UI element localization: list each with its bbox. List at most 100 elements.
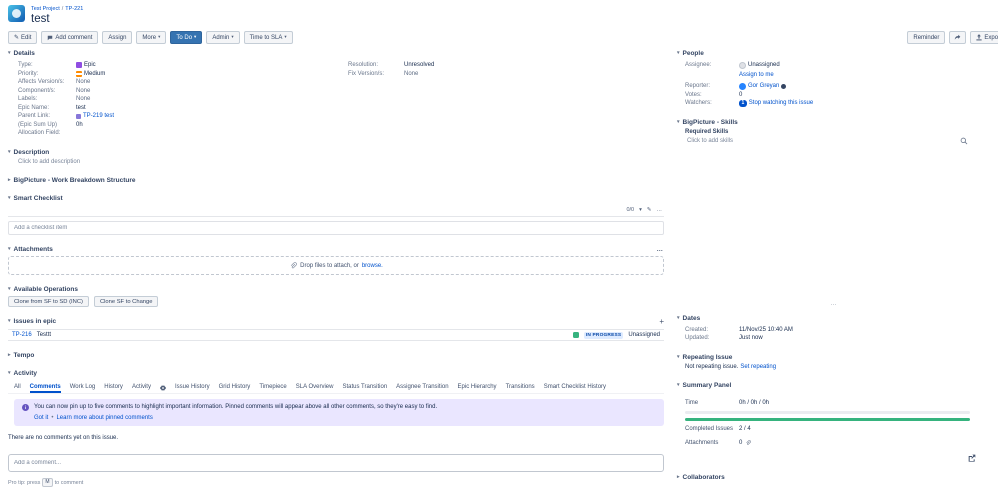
panel-more-ellipsis[interactable]: … [831,301,837,307]
edit-checklist-icon[interactable]: ✎ [647,207,652,213]
field-label: Completed Issues [685,425,734,432]
attachments-more-button[interactable]: … [657,246,665,253]
tab-comments[interactable]: Comments [30,384,61,391]
status-badge[interactable]: IN PROGRESS [583,331,624,339]
tab-activity[interactable]: Activity [132,384,151,391]
reporter-link[interactable]: Gor Greyan [748,82,779,91]
status-dropdown[interactable]: To Do ▾ [170,31,203,44]
export-dropdown[interactable]: Export ▾ [970,31,998,44]
available-operations-header[interactable]: ▾ Available Operations [8,286,664,293]
field-label: Type: [18,62,33,68]
no-comments-text: There are no comments yet on this issue. [8,435,119,441]
issue-key-link[interactable]: TP-216 [12,332,32,338]
clone-sf-sd-button[interactable]: Clone from SF to SD (INC) [8,296,89,307]
description-header[interactable]: ▾ Description [8,149,664,156]
dates-header[interactable]: ▾ Dates [677,315,990,322]
tempo-header[interactable]: ▸ Tempo [8,352,664,359]
more-dropdown[interactable]: More ▾ [136,31,167,44]
field-label: Votes: [685,91,702,98]
collapse-triangle-icon: ▸ [677,473,680,480]
project-avatar[interactable] [8,5,25,22]
field-label: Component/s: [18,87,56,94]
priority-medium-icon [76,70,82,77]
skills-header[interactable]: ▾ BigPicture - Skills [677,119,990,126]
open-panel-external-link-icon[interactable] [968,454,976,462]
field-row-type: Type: Epic [18,61,348,70]
set-repeating-link[interactable]: Set repeating [740,363,776,372]
activity-tabs: All Comments Work Log History Activity I… [8,384,664,394]
breadcrumb-project-link[interactable]: Test Project [31,5,60,13]
got-it-link[interactable]: Got it [34,414,48,423]
share-button[interactable] [949,31,967,44]
tab-all[interactable]: All [14,384,21,391]
issues-in-epic-header[interactable]: ▾ Issues in epic + [8,318,664,326]
issue-page: Test Project / TP-221 test ✎ Edit Add co… [0,0,998,497]
edit-button[interactable]: ✎ Edit [8,31,38,44]
banner-text: You can now pin up to five comments to h… [34,404,438,410]
tab-transitions[interactable]: Transitions [506,384,535,391]
admin-label: Admin [212,34,230,41]
tab-smart-checklist-history[interactable]: Smart Checklist History [544,384,606,391]
clone-sf-change-button[interactable]: Clone SF to Change [93,296,159,307]
epic-issue-row[interactable]: TP-216 Testtt IN PROGRESS Unassigned [8,329,664,341]
attachments-dropzone[interactable]: Drop files to attach, or browse. [8,256,664,275]
chevron-down-icon[interactable]: ▾ [639,207,642,213]
search-icon[interactable] [960,137,968,145]
stop-watching-link[interactable]: Stop watching this issue [749,99,813,108]
field-value: None [76,79,91,85]
add-comment-button[interactable]: Add comment [41,31,99,44]
collaborators-header[interactable]: ▸ Collaborators [677,474,990,481]
tab-assignee-transition[interactable]: Assignee Transition [396,384,448,391]
field-value: test [76,104,86,111]
parent-link[interactable]: TP-219 test [83,112,114,121]
tab-timepiece[interactable]: Timepiece [259,384,286,391]
collapse-triangle-icon: ▾ [8,50,11,56]
add-comment-input[interactable] [8,454,664,472]
learn-more-link[interactable]: Learn more about pinned comments [56,414,152,423]
people-header[interactable]: ▾ People [677,50,990,57]
tab-epic-hierarchy[interactable]: Epic Hierarchy [458,384,497,391]
assign-button[interactable]: Assign [102,31,133,44]
wbs-section: ▸ BigPicture - Work Breakdown Structure [8,177,664,184]
collaborators-section: ▸ Collaborators [677,474,990,481]
user-hover-icon[interactable] [781,83,787,89]
updated-value: Just now [739,335,763,341]
tab-issue-history[interactable]: Issue History [175,384,210,391]
add-issue-to-epic-button[interactable]: + [659,318,664,326]
add-checklist-item-input[interactable] [8,221,664,235]
tab-history[interactable]: History [104,384,123,391]
watchers-count-badge[interactable]: 1 [739,99,747,107]
add-description-placeholder[interactable]: Click to add description [8,158,664,167]
completed-issues-value: 2 / 4 [739,425,751,432]
field-label: Fix Version/s: [348,70,385,77]
smart-checklist-header[interactable]: ▾ Smart Checklist [8,195,664,202]
assign-label: Assign [108,34,127,41]
paperclip-icon [745,440,752,446]
summary-panel-header[interactable]: ▾ Summary Panel [677,382,990,389]
reminder-button[interactable]: Reminder [907,31,946,44]
wbs-header[interactable]: ▸ BigPicture - Work Breakdown Structure [8,177,664,184]
details-header[interactable]: ▾ Details [8,50,664,57]
breadcrumb-issue-link[interactable]: TP-221 [65,5,83,13]
tab-work-log[interactable]: Work Log [70,384,96,391]
issue-summary[interactable]: Testtt [37,332,51,338]
tab-status-transition[interactable]: Status Transition [342,384,387,391]
repeating-issue-header[interactable]: ▾ Repeating Issue [677,354,990,361]
field-label: (Epic Sum Up) Allocation Field: [18,121,61,137]
wbs-title: BigPicture - Work Breakdown Structure [13,177,136,184]
admin-dropdown[interactable]: Admin ▾ [206,31,240,44]
votes-value[interactable]: 0 [739,91,742,100]
tab-sla-overview[interactable]: SLA Overview [296,384,334,391]
assign-to-me-link[interactable]: Assign to me [739,72,774,78]
issue-toolbar: ✎ Edit Add comment Assign More ▾ To Do ▾… [8,31,998,44]
info-icon: i [22,404,29,411]
tab-grid-history[interactable]: Grid History [219,384,251,391]
checklist-more-icon[interactable]: … [657,207,663,213]
add-skills-placeholder[interactable]: Click to add skills [687,137,733,146]
browse-link[interactable]: browse. [362,263,383,269]
activity-header[interactable]: ▾ Activity [8,370,664,377]
collapse-triangle-icon: ▾ [8,286,11,292]
description-title: Description [13,148,50,156]
time-to-sla-dropdown[interactable]: Time to SLA ▾ [243,31,293,44]
attachments-header[interactable]: ▾ Attachments … [8,246,664,253]
